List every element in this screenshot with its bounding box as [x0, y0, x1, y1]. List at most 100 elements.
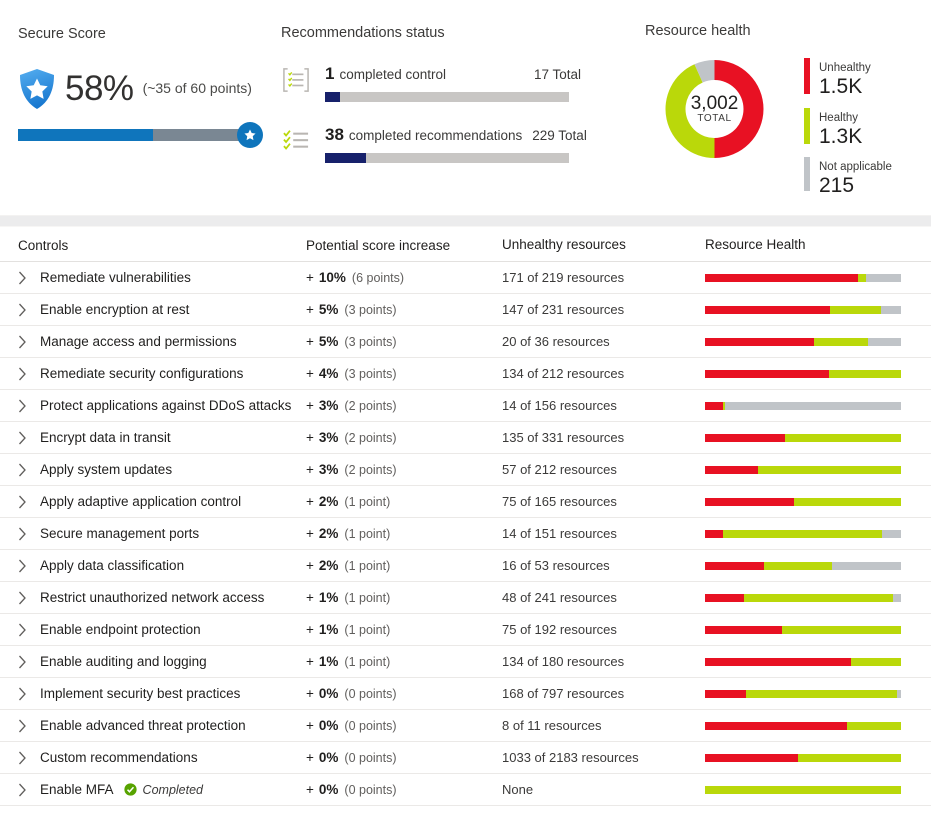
status-badge: Completed	[123, 783, 203, 797]
score-points: (0 points)	[344, 751, 397, 765]
table-row[interactable]: Remediate security configurations +4% (3 p…	[0, 357, 931, 389]
health-segment-unhealthy	[705, 625, 782, 634]
unhealthy-resources-text: 57 of 212 resources	[502, 461, 617, 477]
table-row[interactable]: Manage access and permissions +5% (3 point…	[0, 325, 931, 357]
health-segment-unhealthy	[705, 593, 744, 602]
control-name: Remediate vulnerabilities	[40, 270, 191, 285]
health-segment-unhealthy	[705, 465, 758, 474]
table-row[interactable]: Remediate vulnerabilities +10% (6 points) 1…	[0, 261, 931, 293]
score-percent: 1%	[318, 590, 339, 605]
score-percent: 1%	[318, 654, 339, 669]
table-row[interactable]: Apply system updates +3% (2 points) 57 of 2…	[0, 453, 931, 485]
table-row[interactable]: Secure management ports +2% (1 point) 14 of…	[0, 517, 931, 549]
health-segment-unhealthy	[705, 689, 747, 698]
health-segment-healthy	[829, 305, 881, 314]
score-percent: 5%	[318, 302, 339, 317]
potential-score-cell: +10% (6 points)	[300, 270, 500, 285]
score-points: (0 points)	[344, 687, 397, 701]
control-name: Enable auditing and logging	[40, 654, 207, 669]
header-potential-score: Potential score increase	[306, 237, 451, 253]
table-row[interactable]: Enable auditing and logging +1% (1 point) 1…	[0, 645, 931, 677]
potential-score-cell: +0% (0 points)	[300, 718, 500, 733]
table-body: Remediate vulnerabilities +10% (6 points) 1…	[0, 261, 931, 813]
chevron-right-icon[interactable]	[18, 463, 40, 477]
potential-score-cell: +1% (1 point)	[300, 590, 500, 605]
health-segment-healthy	[757, 465, 901, 474]
table-row[interactable]: Enable MFA Completed +0% (0 points) None	[0, 773, 931, 805]
plus-sign: +	[306, 526, 314, 541]
table-row[interactable]: Apply adaptive application control +2% (1 …	[0, 485, 931, 517]
secure-score-percent: 58%	[65, 69, 134, 108]
table-row[interactable]: Protect applications against DDoS attack…	[0, 389, 931, 421]
table-row[interactable]: Encrypt data in transit +3% (2 points) 135 …	[0, 421, 931, 453]
chevron-right-icon[interactable]	[18, 655, 40, 669]
chevron-right-icon[interactable]	[18, 559, 40, 573]
chevron-right-icon[interactable]	[18, 399, 40, 413]
health-segment-not-applicable	[868, 337, 901, 346]
control-name: Apply adaptive application control	[40, 494, 242, 509]
secure-score-fill	[18, 129, 153, 141]
section-divider	[0, 215, 931, 227]
table-row[interactable]: Apply data classification +2% (1 point) 16 …	[0, 549, 931, 581]
score-percent: 0%	[318, 782, 339, 797]
unhealthy-resources-text: 14 of 156 resources	[502, 397, 617, 413]
chevron-right-icon[interactable]	[18, 335, 40, 349]
health-segment-healthy	[850, 657, 901, 666]
unhealthy-resources-text: 171 of 219 resources	[502, 269, 625, 285]
unhealthy-resources-text: 134 of 180 resources	[502, 653, 625, 669]
unhealthy-resources-text: 48 of 241 resources	[502, 589, 617, 605]
score-percent: 2%	[318, 526, 339, 541]
resource-health-bar	[705, 625, 901, 634]
health-segment-not-applicable	[897, 689, 901, 698]
health-segment-healthy	[828, 369, 901, 378]
potential-score-cell: +3% (2 points)	[300, 462, 500, 477]
chevron-right-icon[interactable]	[18, 303, 40, 317]
completed-controls-item: 1 completed control 17 Total	[281, 64, 581, 102]
resource-health-card: Resource health 3,002 TOTAL Unhealthy 1.…	[645, 23, 931, 207]
resource-health-bar	[705, 465, 901, 474]
score-points: (3 points)	[344, 367, 397, 381]
resource-health-bar	[705, 401, 901, 410]
table-row[interactable]: Implement security best practices +0% (0 p…	[0, 677, 931, 709]
header-controls: Controls	[18, 237, 69, 253]
chevron-right-icon[interactable]	[18, 687, 40, 701]
chevron-right-icon[interactable]	[18, 367, 40, 381]
score-points: (1 point)	[344, 623, 391, 637]
score-percent: 0%	[318, 686, 339, 701]
control-name: Enable encryption at rest	[40, 302, 190, 317]
health-segment-not-applicable	[881, 529, 901, 538]
unhealthy-resources-text: 134 of 212 resources	[502, 365, 625, 381]
chevron-right-icon[interactable]	[18, 719, 40, 733]
score-points: (1 point)	[344, 655, 391, 669]
resource-health-bar	[705, 593, 901, 602]
control-name: Enable advanced threat protection	[40, 718, 246, 733]
chevron-right-icon[interactable]	[18, 527, 40, 541]
health-segment-unhealthy	[705, 337, 814, 346]
score-points: (2 points)	[344, 399, 397, 413]
health-segment-not-applicable	[866, 273, 901, 282]
health-segment-healthy	[794, 497, 901, 506]
table-row[interactable]: Enable endpoint protection +1% (1 point) 75…	[0, 613, 931, 645]
chevron-right-icon[interactable]	[18, 623, 40, 637]
score-percent: 0%	[318, 750, 339, 765]
plus-sign: +	[306, 462, 314, 477]
chevron-right-icon[interactable]	[18, 783, 40, 797]
chevron-right-icon[interactable]	[18, 495, 40, 509]
legend-label-not-applicable: Not applicable	[819, 161, 892, 174]
donut-total-caption: TOTAL	[697, 113, 732, 125]
table-row[interactable]: Enable advanced threat protection +0% (0 p…	[0, 709, 931, 741]
table-row[interactable]: Restrict unauthorized network access +1% (…	[0, 581, 931, 613]
health-segment-healthy	[746, 689, 898, 698]
chevron-right-icon[interactable]	[18, 271, 40, 285]
table-row[interactable]: Enable encryption at rest +5% (3 points) 14…	[0, 293, 931, 325]
header-resource-health: Resource Health	[705, 237, 806, 252]
chevron-right-icon[interactable]	[18, 431, 40, 445]
legend-item-healthy: Healthy 1.3K	[804, 107, 892, 149]
table-row[interactable]: Custom recommendations +0% (0 points) 1033 …	[0, 741, 931, 773]
chevron-right-icon[interactable]	[18, 591, 40, 605]
resource-health-title: Resource health	[645, 23, 751, 39]
chevron-right-icon[interactable]	[18, 751, 40, 765]
legend-item-not-applicable: Not applicable 215	[804, 157, 892, 198]
plus-sign: +	[306, 430, 314, 445]
health-segment-unhealthy	[705, 305, 830, 314]
